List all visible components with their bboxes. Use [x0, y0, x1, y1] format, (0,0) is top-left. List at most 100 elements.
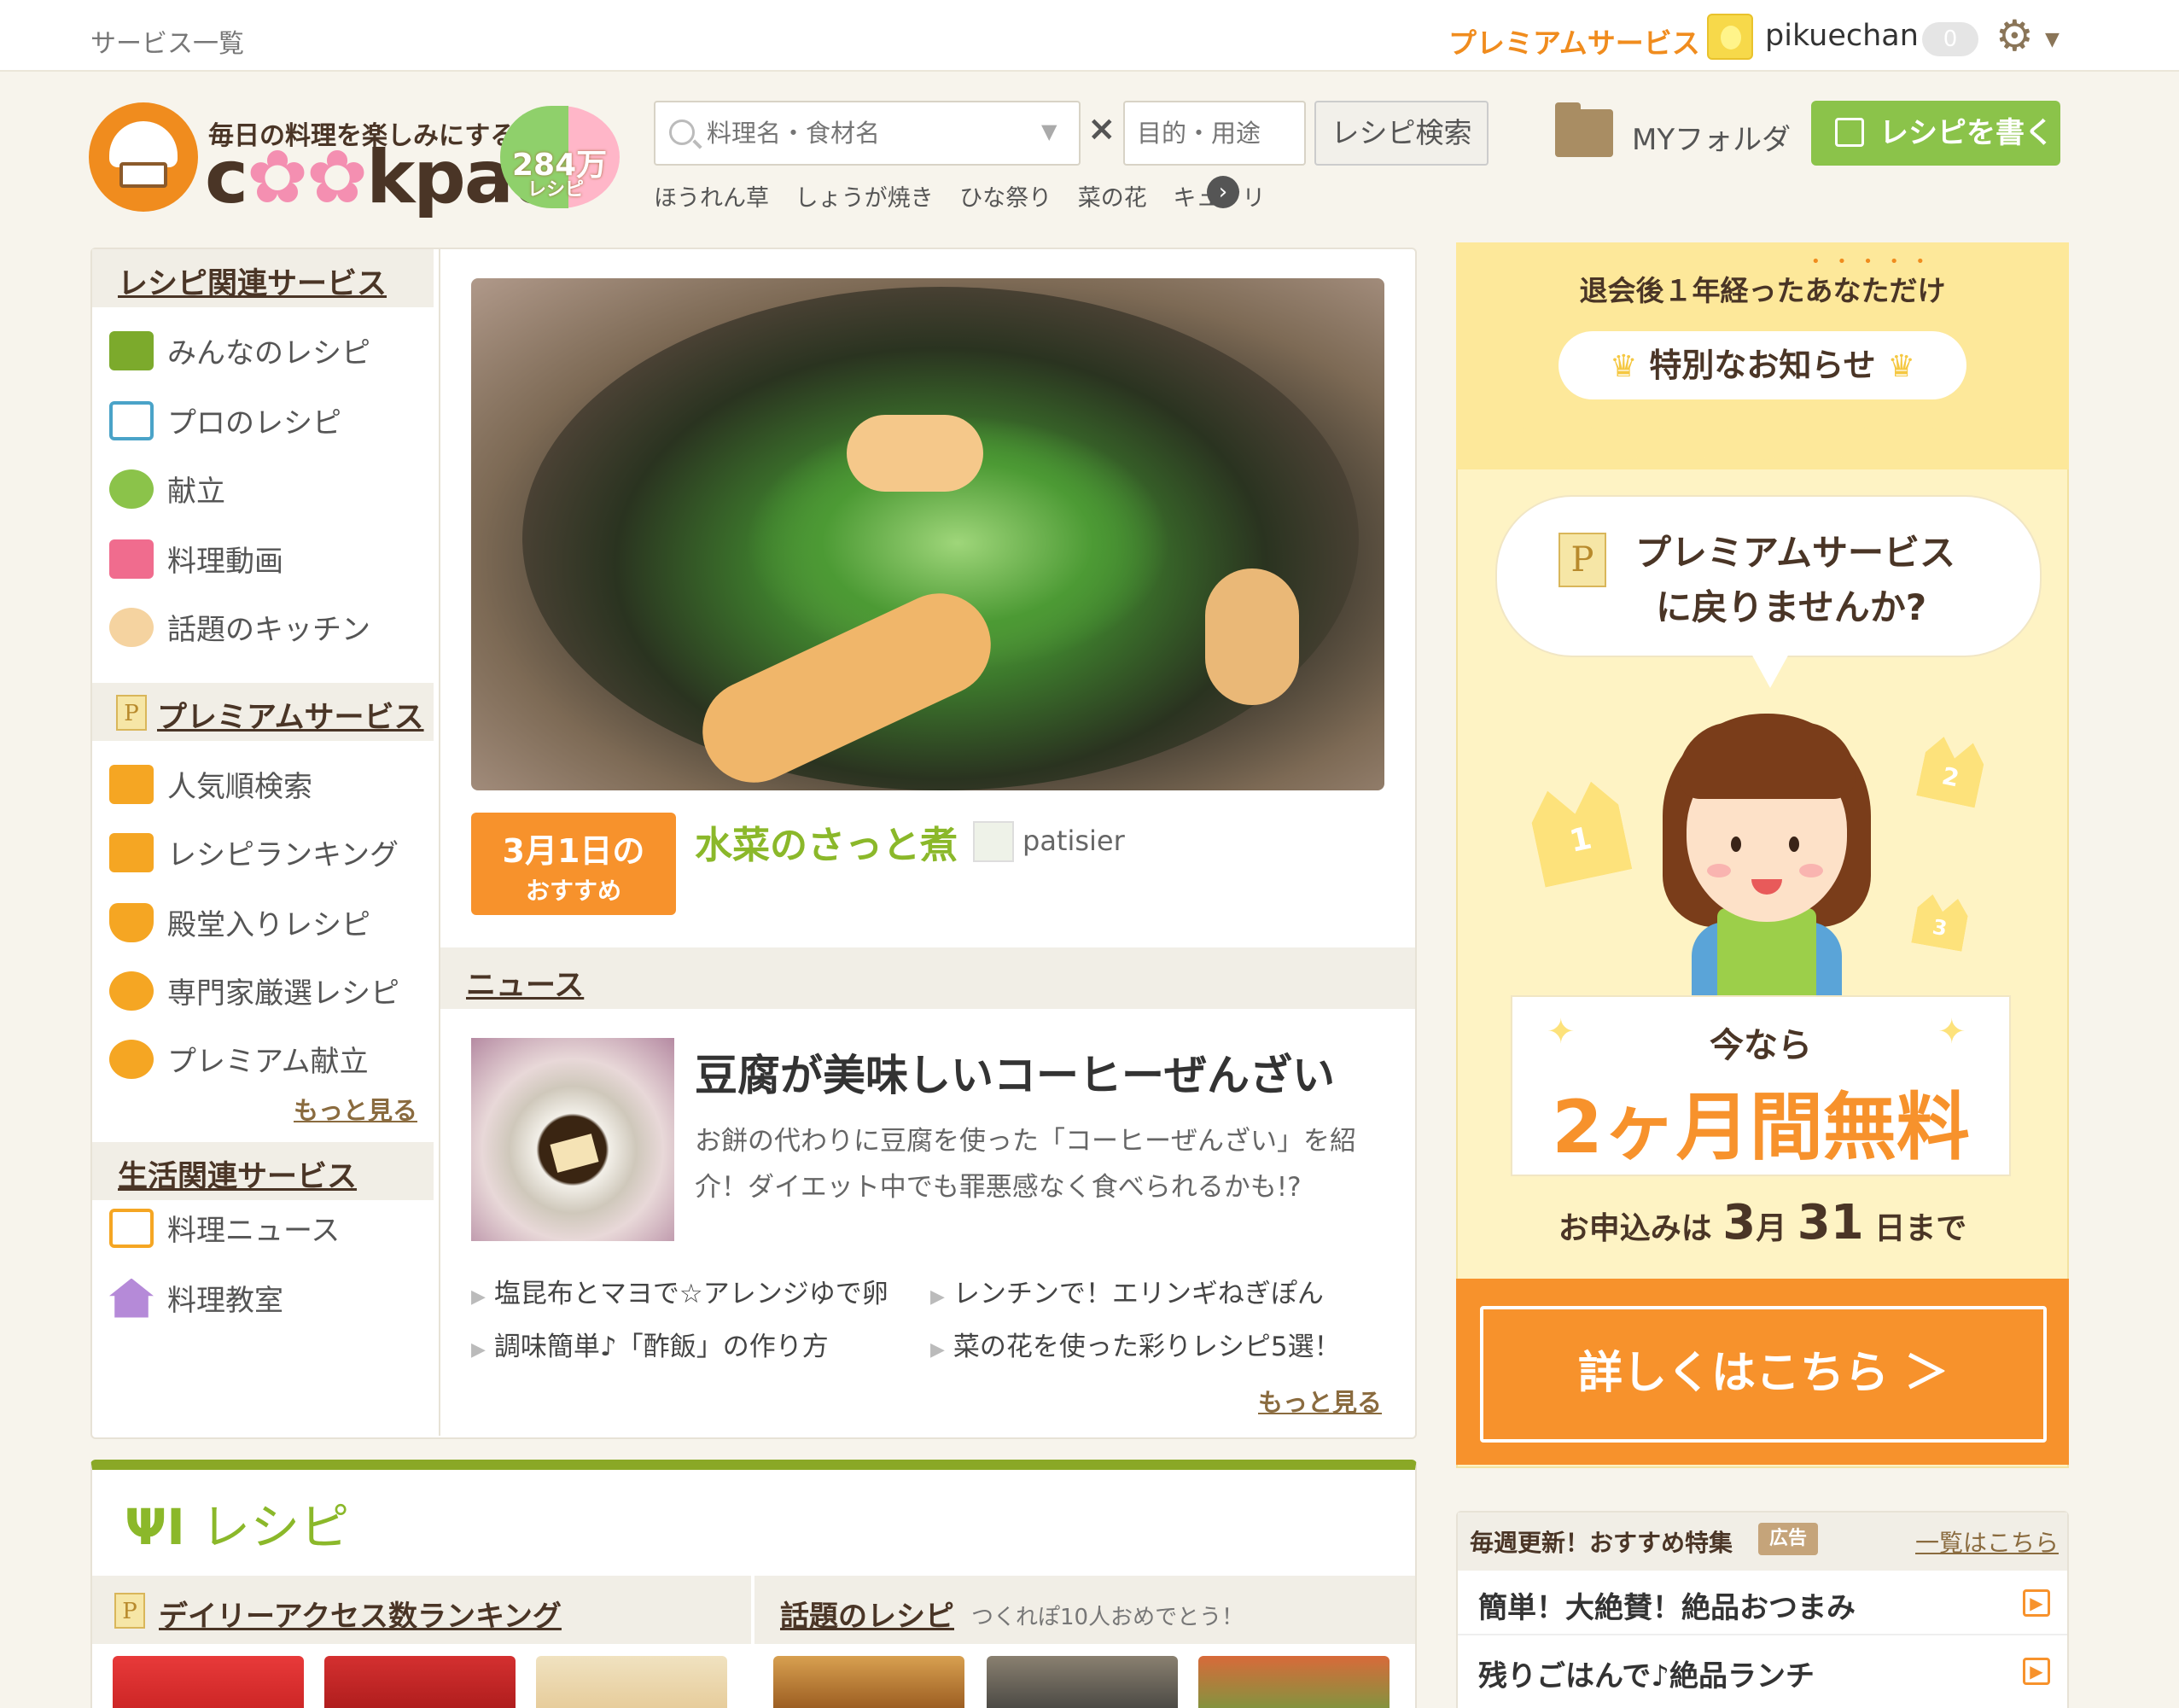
feature-item[interactable]: 簡単！大絶賛！絶品おつまみ: [1478, 1584, 1856, 1626]
fork-knife-icon: [109, 330, 154, 370]
more-keywords-arrow-icon[interactable]: ›: [1207, 176, 1239, 208]
fork-knife-icon: ΨІ: [125, 1498, 185, 1556]
keyword-search-input[interactable]: [707, 114, 1031, 152]
sidebar-item-hall-of-fame[interactable]: 殿堂入りレシピ: [109, 901, 370, 953]
news-link[interactable]: ▶ 調味簡単♪「酢飯」の作り方: [471, 1325, 829, 1363]
triangle-icon: ▶: [930, 1286, 945, 1308]
sidebar-item-popular-search[interactable]: 人気順検索: [109, 763, 312, 814]
recipe-count-label: レシピ: [527, 179, 585, 201]
notification-badge[interactable]: 0: [1922, 22, 1978, 56]
premium-p-icon: P: [114, 1593, 145, 1629]
bubble-line1: プレミアムサービス: [1635, 532, 1956, 574]
news-more-link[interactable]: もっと見る: [1258, 1383, 1382, 1419]
services-list-link[interactable]: サービス一覧: [90, 22, 244, 60]
triangle-icon: ▶: [471, 1286, 486, 1308]
keyword-link[interactable]: ひな祭り: [959, 185, 1052, 212]
sidebar-section-premium: プレミアムサービス P: [92, 683, 434, 741]
recipe-thumbnail[interactable]: [113, 1656, 304, 1708]
ad-sub-label: 退会後１年経ったあなただけ: [1579, 274, 1946, 307]
recipe-thumbnail[interactable]: [773, 1656, 964, 1708]
author-name[interactable]: patisier: [1022, 825, 1125, 857]
chef-icon: [109, 607, 154, 647]
crown-icon: ♛: [1887, 349, 1915, 384]
myfolder-link[interactable]: MYフォルダ: [1632, 116, 1791, 158]
triangle-icon: ▶: [930, 1339, 945, 1361]
recipe-section-title: ΨІ レシピ: [125, 1498, 350, 1556]
free-months-label: 2ヶ月間無料: [1552, 1085, 1970, 1170]
triangle-icon: ▶: [471, 1339, 486, 1361]
sidebar-item-ranking[interactable]: レシピランキング: [109, 831, 399, 883]
news-headline[interactable]: 豆腐が美味しいコーヒーぜんざい: [695, 1041, 1335, 1103]
sidebar-item-cooking-class[interactable]: 料理教室: [109, 1277, 283, 1328]
topic-recipe-link[interactable]: 話題のレシピ: [780, 1593, 954, 1635]
daily-ranking-link[interactable]: デイリーアクセス数ランキング: [159, 1593, 562, 1635]
popular-keywords: ほうれん草 しょうが焼き ひな祭り 菜の花 キュウリ: [654, 179, 1284, 213]
sidebar-section-title[interactable]: 生活関連サービス: [118, 1152, 357, 1196]
news-section-title[interactable]: ニュース: [466, 961, 584, 1005]
recipe-thumbnail[interactable]: [536, 1656, 727, 1708]
news-image[interactable]: [471, 1038, 674, 1241]
purpose-field[interactable]: [1123, 101, 1306, 166]
view-all-link[interactable]: 一覧はこちら: [1915, 1524, 2059, 1559]
search-icon: [669, 120, 695, 145]
purpose-input[interactable]: [1137, 114, 1296, 152]
recipe-count-badge: 284万 レシピ: [500, 106, 620, 208]
featured-recipe-title[interactable]: 水菜のさっと煮: [695, 814, 958, 869]
special-notice-pill: ♛ 特別なお知らせ ♛: [1559, 331, 1966, 399]
recipe-thumbnail[interactable]: [987, 1656, 1178, 1708]
user-avatar[interactable]: [1707, 14, 1753, 60]
arrow-right-icon[interactable]: ▶: [2023, 1658, 2050, 1685]
sidebar-item-kitchen[interactable]: 話題のキッチン: [109, 606, 370, 657]
details-button[interactable]: 詳しくはこちら ＞: [1480, 1306, 2047, 1443]
newspaper-icon: [109, 1208, 154, 1248]
news-link[interactable]: ▶ レンチンで！エリンギねぎぽん: [930, 1272, 1324, 1310]
cookpad-logo-icon[interactable]: [89, 102, 198, 212]
sidebar-item-video[interactable]: 料理動画: [109, 538, 283, 589]
arrow-right-icon[interactable]: ▶: [2023, 1589, 2050, 1617]
crown-icon: [109, 764, 154, 804]
recipe-thumbnail[interactable]: [1198, 1656, 1390, 1708]
news-link[interactable]: ▶ 塩昆布とマヨで☆アレンジゆで卵: [471, 1272, 888, 1310]
username-link[interactable]: pikuechan: [1765, 19, 1919, 53]
news-section-header: ニュース: [440, 947, 1415, 1009]
recipe-thumbnail[interactable]: [324, 1656, 516, 1708]
sidebar-section-recipe: レシピ関連サービス: [92, 249, 434, 307]
sidebar-section-life: 生活関連サービス: [92, 1142, 434, 1200]
author-avatar[interactable]: [973, 821, 1014, 862]
premium-service-link[interactable]: プレミアムサービス: [1448, 20, 1700, 61]
write-recipe-button[interactable]: レシピを書く: [1811, 101, 2060, 166]
sidebar-more-link[interactable]: もっと見る: [294, 1091, 417, 1127]
keyword-search-field[interactable]: ▼: [654, 101, 1081, 166]
news-link[interactable]: ▶ 菜の花を使った彩りレシピ5選！: [930, 1325, 1341, 1363]
sidebar-item-menu[interactable]: 献立: [109, 468, 225, 519]
keyword-link[interactable]: しょうが焼き: [795, 185, 934, 212]
sidebar-item-pro-recipe[interactable]: プロのレシピ: [109, 399, 341, 451]
feature-item[interactable]: 残りごはんで♪絶品ランチ: [1478, 1653, 1815, 1694]
news-description: お餅の代わりに豆腐を使った「コーヒーぜんざい」を紹介！ダイエット中でも罪悪感なく…: [695, 1126, 1356, 1203]
premium-p-icon: P: [1559, 533, 1606, 587]
gear-icon[interactable]: ⚙: [1995, 12, 2043, 60]
caret-down-icon[interactable]: ▼: [2045, 29, 2060, 50]
flower-icon: ✿✿: [246, 135, 368, 220]
podium-icon: [109, 832, 154, 872]
sidebar-section-title[interactable]: レシピ関連サービス: [118, 259, 387, 303]
video-camera-icon: [109, 539, 154, 579]
folder-icon[interactable]: [1555, 102, 1613, 157]
dropdown-arrow-icon[interactable]: ▼: [1041, 120, 1057, 143]
ranking-header: P デイリーアクセス数ランキング: [92, 1576, 751, 1644]
star-hand-icon: [109, 1039, 154, 1079]
keyword-link[interactable]: ほうれん草: [654, 185, 769, 212]
book-icon: [109, 400, 154, 440]
featured-recipe-image[interactable]: [471, 278, 1384, 790]
recipe-search-button[interactable]: レシピ検索: [1314, 101, 1489, 166]
date-recommend-badge: 3月1日の おすすめ: [471, 813, 676, 915]
trophy-icon: [109, 902, 154, 942]
sidebar-item-everyone-recipe[interactable]: みんなのレシピ: [109, 329, 370, 381]
sidebar-section-title[interactable]: プレミアムサービス: [157, 693, 424, 737]
sidebar-item-expert[interactable]: 専門家厳選レシピ: [109, 970, 399, 1021]
sidebar-item-premium-menu[interactable]: プレミアム献立: [109, 1038, 369, 1089]
expert-icon: [109, 971, 154, 1011]
sidebar-item-cooking-news[interactable]: 料理ニュース: [109, 1207, 340, 1258]
keyword-link[interactable]: 菜の花: [1078, 185, 1147, 212]
clear-search-button[interactable]: ×: [1087, 109, 1116, 149]
